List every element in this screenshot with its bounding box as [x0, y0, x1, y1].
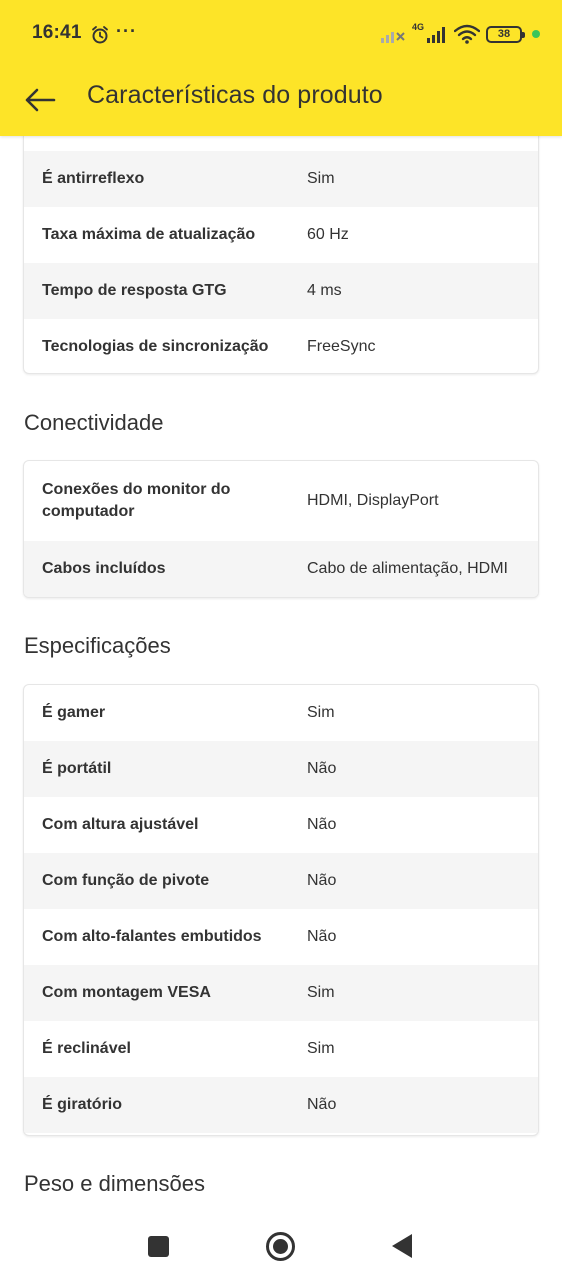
- feature-value: Sim: [307, 984, 335, 1001]
- page-title: Características do produto: [87, 81, 383, 109]
- section-title-conectividade: Conectividade: [24, 410, 164, 435]
- table-row: Com altura ajustável Não: [24, 797, 538, 853]
- feature-value: Não: [307, 928, 337, 945]
- table-row: Cabos incluídos Cabo de alimentação, HDM…: [24, 541, 538, 597]
- table-row: Tempo de resposta GTG 4 ms: [24, 263, 538, 319]
- table-row: Tecnologias de sincronização FreeSync: [24, 319, 538, 373]
- battery-icon: 38: [486, 25, 525, 43]
- product-features-content[interactable]: É antirreflexo Sim Taxa máxima de atuali…: [0, 136, 562, 1210]
- feature-value: Sim: [307, 1040, 335, 1057]
- feature-value: Não: [307, 1096, 337, 1113]
- card-row-partial: [24, 136, 538, 151]
- table-row: Conexões do monitor do computador HDMI, …: [24, 461, 538, 541]
- back-icon[interactable]: [392, 1234, 412, 1258]
- system-nav-bar: [0, 1210, 562, 1280]
- app-header: 16:41 ··· 4G 38 Características do produ…: [0, 0, 562, 136]
- app-bar: Características do produto: [0, 68, 562, 136]
- home-icon[interactable]: [266, 1232, 295, 1261]
- table-row: Com alto-falantes embutidos Não: [24, 909, 538, 965]
- feature-value: HDMI, DisplayPort: [307, 492, 439, 509]
- feature-value: Não: [307, 816, 337, 833]
- feature-value: Cabo de alimentação, HDMI: [307, 560, 508, 577]
- especificacoes-card: É gamer Sim É portátil Não Com altura aj…: [23, 684, 539, 1136]
- feature-label: É gamer: [42, 704, 106, 721]
- section-title-especificacoes: Especificações: [24, 633, 171, 658]
- wifi-icon: [454, 24, 480, 44]
- signal-icon: [427, 27, 445, 43]
- table-row: É antirreflexo Sim: [24, 151, 538, 207]
- feature-label: É reclinável: [42, 1040, 131, 1057]
- feature-value: Não: [307, 760, 337, 777]
- section-title-peso-dimensoes: Peso e dimensões: [24, 1171, 205, 1196]
- status-bar: 16:41 ··· 4G 38: [0, 0, 562, 68]
- feature-label: É antirreflexo: [42, 170, 145, 187]
- feature-label: Conexões do monitor do computador: [42, 481, 231, 520]
- conectividade-card: Conexões do monitor do computador HDMI, …: [23, 460, 539, 598]
- display-features-card: É antirreflexo Sim Taxa máxima de atuali…: [23, 136, 539, 374]
- feature-label: Tecnologias de sincronização: [42, 338, 269, 355]
- arrow-left-icon: [25, 88, 56, 112]
- feature-value: 60 Hz: [307, 226, 349, 243]
- feature-label: Com altura ajustável: [42, 816, 199, 833]
- table-row: É portátil Não: [24, 741, 538, 797]
- recent-apps-icon[interactable]: [148, 1236, 169, 1257]
- signal-off-icon: [380, 32, 405, 43]
- table-row: Com montagem VESA Sim: [24, 965, 538, 1021]
- feature-label: É portátil: [42, 760, 112, 777]
- status-time: 16:41: [32, 22, 82, 43]
- table-row: É reclinável Sim: [24, 1021, 538, 1077]
- more-notifications-icon: ···: [116, 21, 137, 41]
- feature-label: Com função de pivote: [42, 872, 210, 889]
- feature-value: Sim: [307, 704, 335, 721]
- active-dot-icon: [532, 30, 540, 38]
- feature-value: 4 ms: [307, 282, 342, 299]
- feature-value: FreeSync: [307, 338, 376, 355]
- feature-label: Com alto-falantes embutidos: [42, 928, 262, 945]
- feature-label: Cabos incluídos: [42, 560, 166, 577]
- table-row: Com função de pivote Não: [24, 853, 538, 909]
- feature-label: Taxa máxima de atualização: [42, 226, 256, 243]
- table-row: É giratório Não: [24, 1077, 538, 1133]
- network-type: 4G: [411, 22, 424, 32]
- table-row: É gamer Sim: [24, 685, 538, 741]
- table-row: Taxa máxima de atualização 60 Hz: [24, 207, 538, 263]
- feature-value: Não: [307, 872, 337, 889]
- battery-level: 38: [497, 28, 511, 40]
- feature-label: É giratório: [42, 1096, 123, 1113]
- alarm-icon: [92, 26, 108, 44]
- feature-label: Com montagem VESA: [42, 984, 211, 1001]
- back-button[interactable]: [18, 78, 62, 122]
- feature-value: Sim: [307, 170, 335, 187]
- feature-label: Tempo de resposta GTG: [42, 282, 227, 299]
